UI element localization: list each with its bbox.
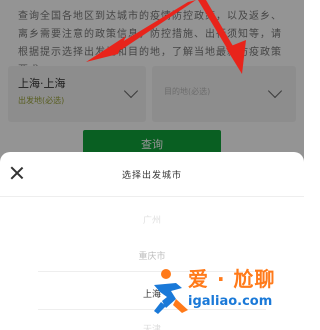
runner-logo-icon — [154, 269, 188, 314]
watermark-domain: igaliao.com — [188, 294, 273, 309]
site-watermark: 爱 · 尬聊 igaliao.com — [148, 262, 304, 330]
sheet-title: 选择出发城市 — [121, 171, 182, 181]
watermark-title: 爱 · 尬聊 — [188, 267, 276, 291]
arrow-left-head — [86, 36, 126, 62]
sheet-header: 选择出发城市 — [0, 152, 304, 197]
picker-option[interactable]: 重庆市 — [0, 249, 304, 262]
page: 查询全国各地区到达城市的疫情防控政策，以及返乡、离乡需要注意的政策信息，防控措施… — [0, 0, 304, 330]
picker-option[interactable]: 广州 — [0, 213, 304, 226]
annotation-arrows — [86, 0, 246, 74]
arrow-left-shaft — [117, 0, 196, 50]
